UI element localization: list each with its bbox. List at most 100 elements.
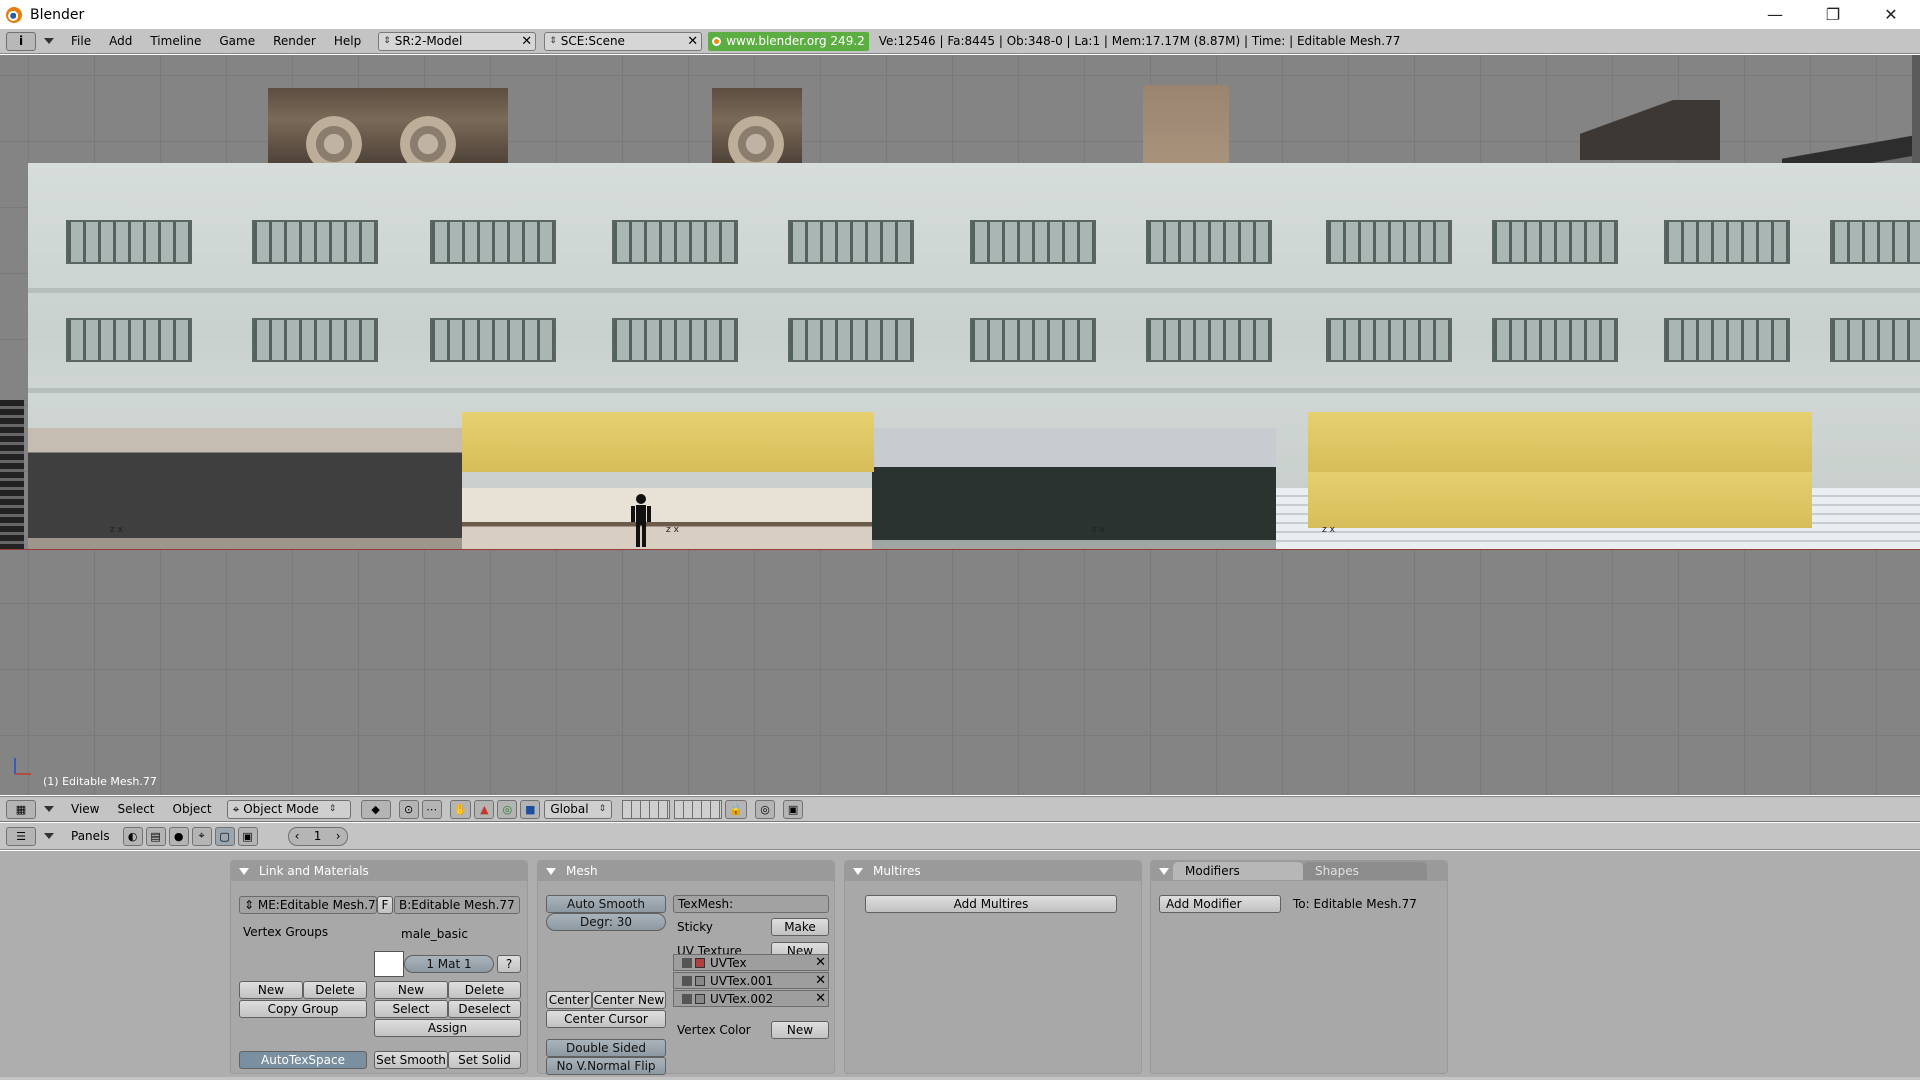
collapse-triangle-icon[interactable]: [546, 867, 556, 875]
mode-selector[interactable]: ⌖ Object Mode ⇕: [226, 799, 351, 819]
add-modifier-menu[interactable]: Add Modifier: [1159, 895, 1281, 913]
blender-url-badge[interactable]: www.blender.org 249.2: [708, 31, 869, 51]
decrement-arrow-icon[interactable]: ‹: [295, 829, 300, 843]
maximize-button[interactable]: ❐: [1804, 0, 1862, 29]
object-name-field[interactable]: B:Editable Mesh.77: [394, 896, 520, 914]
autotexspace-toggle[interactable]: AutoTexSpace: [239, 1051, 367, 1069]
menu-select[interactable]: Select: [108, 802, 163, 816]
material-color-swatch[interactable]: [374, 951, 404, 977]
context-logic-button[interactable]: ◐: [122, 826, 143, 846]
frame-number-field[interactable]: ‹ 1 ›: [287, 826, 348, 846]
opengl-render-button[interactable]: ▣: [783, 799, 804, 819]
degree-field[interactable]: Degr: 30: [546, 913, 666, 931]
texmesh-field[interactable]: TexMesh:: [673, 895, 829, 913]
render-active-icon[interactable]: [695, 957, 705, 968]
set-solid-button[interactable]: Set Solid: [448, 1051, 521, 1069]
panel-header[interactable]: Link and Materials: [231, 861, 527, 881]
panel-header[interactable]: Multires: [845, 861, 1141, 881]
close-icon[interactable]: ✕: [687, 34, 698, 49]
collapse-triangle-icon[interactable]: [1159, 867, 1169, 875]
rotate-manipulator[interactable]: ◎: [497, 799, 518, 819]
material-help-button[interactable]: ?: [497, 955, 521, 973]
uv-layer-row[interactable]: UVTex.002 ✕: [673, 990, 829, 1007]
3d-viewport[interactable]: z x z x z x z x (1) Editable Mesh.77: [0, 55, 1920, 795]
center-cursor-button[interactable]: Center Cursor: [546, 1010, 666, 1028]
lock-layers-button[interactable]: 🔒: [725, 799, 748, 819]
editor-type-button[interactable]: ☰: [6, 826, 36, 846]
delete-vertex-group-button[interactable]: Delete: [303, 981, 367, 999]
collapse-triangle-icon[interactable]: [853, 867, 863, 875]
menu-panels[interactable]: Panels: [62, 829, 119, 843]
uv-layer-name[interactable]: UVTex.002: [710, 992, 773, 1006]
menu-file[interactable]: File: [62, 34, 100, 48]
center-button[interactable]: Center: [546, 991, 592, 1009]
render-active-icon[interactable]: [695, 993, 705, 1004]
delete-material-button[interactable]: Delete: [448, 981, 521, 999]
close-button[interactable]: ✕: [1862, 0, 1920, 29]
layer-buttons-group-1[interactable]: [622, 799, 671, 819]
menu-game[interactable]: Game: [210, 34, 264, 48]
new-material-button[interactable]: New: [374, 981, 448, 999]
uv-layer-row[interactable]: UVTex ✕: [673, 954, 829, 971]
screen-selector[interactable]: ⇕ SR:2-Model ✕: [378, 31, 537, 51]
collapse-menu-icon[interactable]: [44, 833, 54, 839]
minimize-button[interactable]: —: [1746, 0, 1804, 29]
tab-modifiers[interactable]: Modifiers: [1173, 862, 1303, 880]
new-vertex-color-button[interactable]: New: [771, 1021, 829, 1039]
menu-timeline[interactable]: Timeline: [141, 34, 210, 48]
scene-selector[interactable]: ⇕ SCE:Scene ✕: [544, 31, 703, 51]
tab-shapes[interactable]: Shapes: [1303, 862, 1427, 880]
menu-add[interactable]: Add: [100, 34, 141, 48]
assign-material-button[interactable]: Assign: [374, 1019, 521, 1037]
collapse-triangle-icon[interactable]: [239, 867, 249, 875]
menu-object[interactable]: Object: [164, 802, 221, 816]
select-material-button[interactable]: Select: [374, 1000, 448, 1018]
draw-type-button[interactable]: ◆: [360, 799, 391, 819]
make-sticky-button[interactable]: Make: [771, 918, 829, 936]
uv-layer-row[interactable]: UVTex.001 ✕: [673, 972, 829, 989]
double-sided-toggle[interactable]: Double Sided: [546, 1039, 666, 1057]
context-shading-button[interactable]: ●: [168, 826, 189, 846]
delete-uv-icon[interactable]: ✕: [815, 991, 826, 1006]
mesh-datablock-field[interactable]: ⇕ ME:Editable Mesh.77: [239, 896, 383, 914]
context-scene-button[interactable]: ▣: [237, 826, 258, 846]
add-multires-button[interactable]: Add Multires: [865, 895, 1117, 913]
editor-type-button[interactable]: i: [6, 31, 36, 51]
set-smooth-button[interactable]: Set Smooth: [374, 1051, 448, 1069]
layer-buttons-group-2[interactable]: [674, 799, 723, 819]
increment-arrow-icon[interactable]: ›: [336, 829, 341, 843]
menu-render[interactable]: Render: [264, 34, 325, 48]
uv-layer-name[interactable]: UVTex: [710, 956, 747, 970]
layer-lock-button[interactable]: ⋯: [421, 799, 442, 819]
render-preview-button[interactable]: ◎: [755, 799, 776, 819]
fake-user-button[interactable]: F: [377, 896, 393, 914]
deselect-material-button[interactable]: Deselect: [448, 1000, 521, 1018]
menu-view[interactable]: View: [62, 802, 108, 816]
manipulator-toggle[interactable]: ✋: [449, 799, 472, 819]
close-icon[interactable]: ✕: [521, 34, 532, 49]
pivot-button[interactable]: ⊙: [398, 799, 419, 819]
editor-type-button[interactable]: ▦: [6, 799, 36, 819]
auto-smooth-toggle[interactable]: Auto Smooth: [546, 895, 666, 913]
new-vertex-group-button[interactable]: New: [239, 981, 303, 999]
menu-help[interactable]: Help: [325, 34, 370, 48]
panel-header[interactable]: Mesh: [538, 861, 834, 881]
material-index-field[interactable]: 1 Mat 1: [404, 955, 494, 973]
panel-header[interactable]: Modifiers Shapes: [1151, 861, 1447, 881]
context-editing-button[interactable]: ▢: [214, 826, 235, 846]
uv-layer-name[interactable]: UVTex.001: [710, 974, 773, 988]
render-active-icon[interactable]: [695, 975, 705, 986]
context-object-button[interactable]: ⌖: [191, 826, 212, 846]
delete-uv-icon[interactable]: ✕: [815, 973, 826, 988]
character-figure[interactable]: [630, 493, 652, 549]
collapse-menu-icon[interactable]: [44, 38, 54, 44]
context-script-button[interactable]: ▤: [145, 826, 166, 846]
collapse-menu-icon[interactable]: [44, 806, 54, 812]
orientation-selector[interactable]: Global ⇕: [544, 799, 613, 819]
no-vnormal-flip-toggle[interactable]: No V.Normal Flip: [546, 1057, 666, 1075]
building-mesh[interactable]: [28, 163, 1920, 550]
translate-manipulator[interactable]: ▲: [474, 799, 495, 819]
center-new-button[interactable]: Center New: [592, 991, 666, 1009]
delete-uv-icon[interactable]: ✕: [815, 955, 826, 970]
copy-group-button[interactable]: Copy Group: [239, 1000, 367, 1018]
